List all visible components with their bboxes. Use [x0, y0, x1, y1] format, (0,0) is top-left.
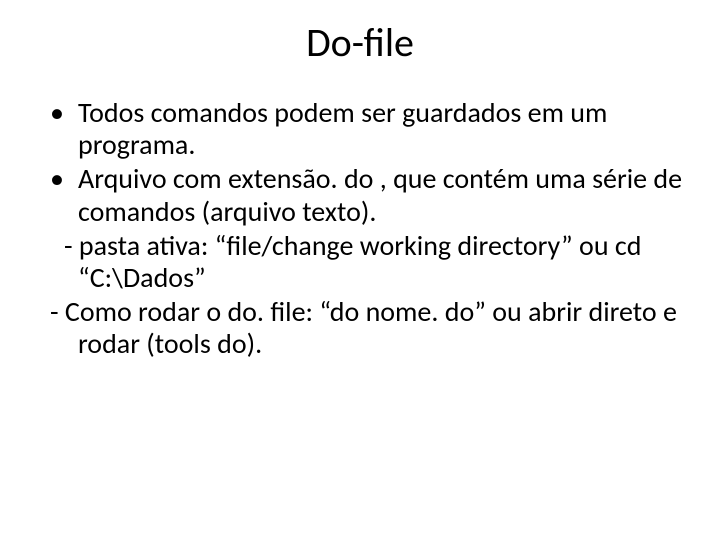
slide-title: Do-file	[0, 0, 720, 77]
slide-body: Todos comandos podem ser guardados em um…	[0, 77, 720, 361]
dash-item: - Como rodar o do. file: “do nome. do” o…	[50, 296, 690, 360]
slide: Do-file Todos comandos podem ser guardad…	[0, 0, 720, 540]
bullet-item: Arquivo com extensão. do , que contém um…	[50, 163, 690, 227]
dash-text: - Como rodar o do. file: “do nome. do” o…	[50, 296, 690, 360]
dash-text: - pasta ativa: “file/change working dire…	[50, 230, 690, 294]
bullet-list: Todos comandos podem ser guardados em um…	[50, 97, 690, 228]
bullet-item: Todos comandos podem ser guardados em um…	[50, 97, 690, 161]
dash-item: - pasta ativa: “file/change working dire…	[50, 230, 690, 294]
